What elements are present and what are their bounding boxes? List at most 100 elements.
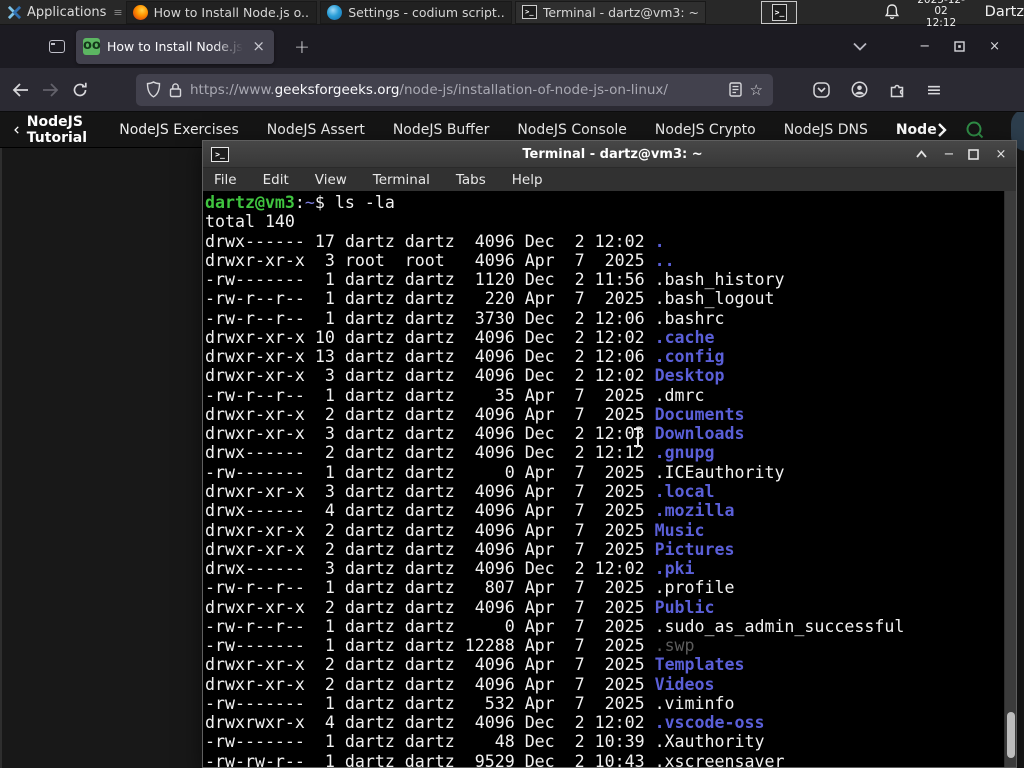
browser-maximize-button[interactable] <box>954 41 965 52</box>
panel-handle: ≡ <box>113 5 122 19</box>
terminal-line: -rw-r--r-- 1 dartz dartz 807 Apr 7 2025 … <box>205 578 735 598</box>
url-domain: geeksforgeeks.org <box>274 81 400 98</box>
back-button[interactable] <box>12 82 42 97</box>
terminal-line: drwxr-xr-x 3 dartz dartz 4096 Dec 2 12:0… <box>205 424 745 444</box>
mouse-cursor-ibeam <box>633 428 642 447</box>
distro-logo-icon <box>7 5 22 20</box>
terminal-line: -rw-r--r-- 1 dartz dartz 220 Apr 7 2025 … <box>205 289 775 309</box>
terminal-line: dartz@vm3:~$ ls -la <box>205 193 395 212</box>
firefox-view-icon <box>49 40 65 53</box>
menu-tabs[interactable]: Tabs <box>456 172 486 188</box>
reload-button[interactable] <box>72 82 102 98</box>
terminal-scrollbar[interactable] <box>1004 191 1016 767</box>
geeksforgeeks-favicon: oo <box>83 38 101 55</box>
terminal-line: drwx------ 4 dartz dartz 4096 Apr 7 2025… <box>205 501 735 521</box>
terminal-line: -rw------- 1 dartz dartz 1120 Dec 2 11:5… <box>205 270 785 290</box>
terminal-line: drwxr-xr-x 2 dartz dartz 4096 Apr 7 2025… <box>205 597 715 617</box>
terminal-line: drwxr-xr-x 3 dartz dartz 4096 Dec 2 12:0… <box>205 366 725 386</box>
menu-edit[interactable]: Edit <box>263 172 289 188</box>
firefox-view-button[interactable] <box>44 34 70 60</box>
terminal-window-title: Terminal - dartz@vm3: ~ <box>522 146 703 162</box>
browser-tab-active[interactable]: oo How to Install Node.js on × <box>76 29 274 64</box>
tracking-protection-shield-icon[interactable] <box>146 81 161 98</box>
menu-file[interactable]: File <box>214 172 237 188</box>
terminal-line: drwxr-xr-x 2 dartz dartz 4096 Apr 7 2025… <box>205 655 745 675</box>
browser-toolbar: https://www.geeksforgeeks.org/node-js/in… <box>0 68 1024 112</box>
list-all-tabs-icon[interactable] <box>853 42 867 51</box>
nav-item-nodejs-dns[interactable]: NodeJS DNS <box>784 122 868 138</box>
desktop: Applications ≡ How to Install Node.js o.… <box>0 0 1024 768</box>
extensions-icon[interactable] <box>889 82 905 98</box>
terminal-line: -rw------- 1 dartz dartz 0 Apr 7 2025 .I… <box>205 462 785 482</box>
terminal-line: drwxr-xr-x 10 dartz dartz 4096 Dec 2 12:… <box>205 327 715 347</box>
terminal-line: -rw------- 1 dartz dartz 12288 Apr 7 202… <box>205 636 695 656</box>
notification-bell-icon[interactable] <box>883 3 901 21</box>
url-bar[interactable]: https://www.geeksforgeeks.org/node-js/in… <box>136 73 773 106</box>
terminal-line: drwxr-xr-x 3 root root 4096 Apr 7 2025 .… <box>205 250 675 270</box>
terminal-minimize-button[interactable]: − <box>942 147 956 162</box>
terminal-window-thumbnail-icon: >_ <box>771 3 787 21</box>
nav-item-truncated[interactable]: Node <box>896 122 947 138</box>
terminal-content[interactable]: dartz@vm3:~$ ls -la total 140 drwx------ 1… <box>203 191 1016 767</box>
terminal-menu-bar: File Edit View Terminal Tabs Help <box>203 167 1016 191</box>
menu-terminal[interactable]: Terminal <box>373 172 430 188</box>
terminal-line: total 140 <box>205 212 295 232</box>
terminal-scrollbar-thumb[interactable] <box>1007 712 1015 758</box>
nav-item-nodejs-console[interactable]: NodeJS Console <box>517 122 627 138</box>
codium-icon <box>327 4 343 20</box>
menu-view[interactable]: View <box>315 172 347 188</box>
terminal-line: -rw-rw-r-- 1 dartz dartz 9529 Dec 2 10:4… <box>205 751 785 767</box>
applications-menu-button[interactable]: Applications <box>0 0 113 25</box>
nav-item-nodejs-assert[interactable]: NodeJS Assert <box>267 122 365 138</box>
new-tab-button[interactable]: + <box>288 36 316 58</box>
account-icon[interactable] <box>851 81 868 98</box>
terminal-line: -rw-r--r-- 1 dartz dartz 3730 Dec 2 12:0… <box>205 308 725 328</box>
browser-close-button[interactable]: × <box>989 39 1000 54</box>
session-user-menu[interactable]: Dartz <box>985 4 1024 20</box>
nav-item-nodejs-exercises[interactable]: NodeJS Exercises <box>119 122 239 138</box>
terminal-line: drwxr-xr-x 2 dartz dartz 4096 Apr 7 2025… <box>205 674 715 694</box>
chevron-left-icon <box>14 125 19 134</box>
top-panel: Applications ≡ How to Install Node.js o.… <box>0 0 1024 28</box>
taskbar-item-codium[interactable]: Settings - codium script... <box>320 0 512 24</box>
tab-title: How to Install Node.js on <box>107 39 243 54</box>
nav-item-nodejs-crypto[interactable]: NodeJS Crypto <box>655 122 756 138</box>
nav-item-nodejs-tutorial[interactable]: NodeJS Tutorial <box>14 114 91 146</box>
url-path: /node-js/installation-of-node-js-on-linu… <box>399 81 668 98</box>
terminal-title-bar[interactable]: >_ Terminal - dartz@vm3: ~ − × <box>203 141 1016 167</box>
panel-clock[interactable]: 2025-12-02 12:12 <box>911 0 970 29</box>
terminal-line: drwx------ 3 dartz dartz 4096 Dec 2 12:0… <box>205 559 695 579</box>
menu-help[interactable]: Help <box>512 172 543 188</box>
url-text[interactable]: https://www.geeksforgeeks.org/node-js/in… <box>190 82 721 98</box>
workspace-pager[interactable]: >_ <box>761 0 798 24</box>
tab-close-icon[interactable]: × <box>250 39 267 54</box>
terminal-line: -rw------- 1 dartz dartz 48 Dec 2 10:39 … <box>205 732 765 752</box>
nav-item-nodejs-buffer[interactable]: NodeJS Buffer <box>393 122 490 138</box>
terminal-line: drwxr-xr-x 3 dartz dartz 4096 Apr 7 2025… <box>205 481 715 501</box>
forward-button[interactable] <box>42 82 72 97</box>
browser-tab-bar: oo How to Install Node.js on × + − × <box>0 25 1024 68</box>
browser-minimize-button[interactable]: − <box>919 39 930 54</box>
terminal-line: -rw-r--r-- 1 dartz dartz 0 Apr 7 2025 .s… <box>205 616 905 636</box>
terminal-line: drwxr-xr-x 2 dartz dartz 4096 Apr 7 2025… <box>205 520 705 540</box>
terminal-line: drwxr-xr-x 2 dartz dartz 4096 Apr 7 2025… <box>205 539 735 559</box>
taskbar-item-firefox[interactable]: How to Install Node.js o... <box>125 0 318 24</box>
bookmark-star-icon[interactable]: ☆ <box>750 81 763 99</box>
terminal-output[interactable]: dartz@vm3:~$ ls -la total 140 drwx------ 1… <box>205 193 1002 767</box>
clock-time: 12:12 <box>925 16 957 29</box>
terminal-line: -rw------- 1 dartz dartz 532 Apr 7 2025 … <box>205 693 735 713</box>
terminal-maximize-button[interactable] <box>968 148 982 160</box>
padlock-icon[interactable] <box>169 82 182 98</box>
pocket-icon[interactable] <box>813 81 830 98</box>
terminal-shade-button[interactable] <box>916 150 930 158</box>
chevron-right-icon <box>937 122 947 137</box>
terminal-line: drwxr-xr-x 2 dartz dartz 4096 Apr 7 2025… <box>205 404 745 424</box>
app-menu-icon[interactable]: ≡ <box>926 79 942 101</box>
url-scheme: https://www. <box>190 81 275 98</box>
applications-label: Applications <box>27 4 107 20</box>
site-search-icon[interactable] <box>965 120 985 140</box>
terminal-icon: >_ <box>521 5 537 19</box>
reader-mode-icon[interactable] <box>728 82 742 97</box>
taskbar-item-terminal[interactable]: >_ Terminal - dartz@vm3: ~ <box>514 0 707 24</box>
terminal-close-button[interactable]: × <box>994 147 1008 162</box>
